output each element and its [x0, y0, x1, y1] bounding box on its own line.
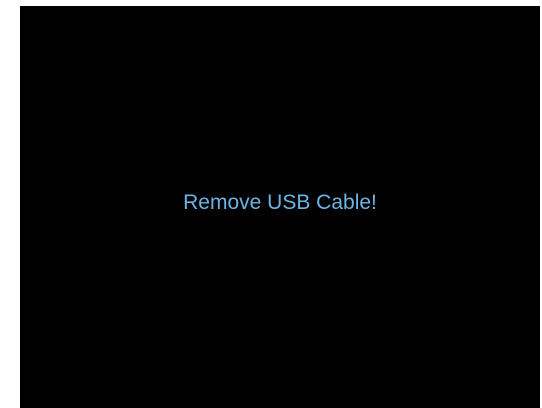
device-screen: Remove USB Cable! — [20, 6, 540, 408]
status-message: Remove USB Cable! — [183, 191, 377, 214]
